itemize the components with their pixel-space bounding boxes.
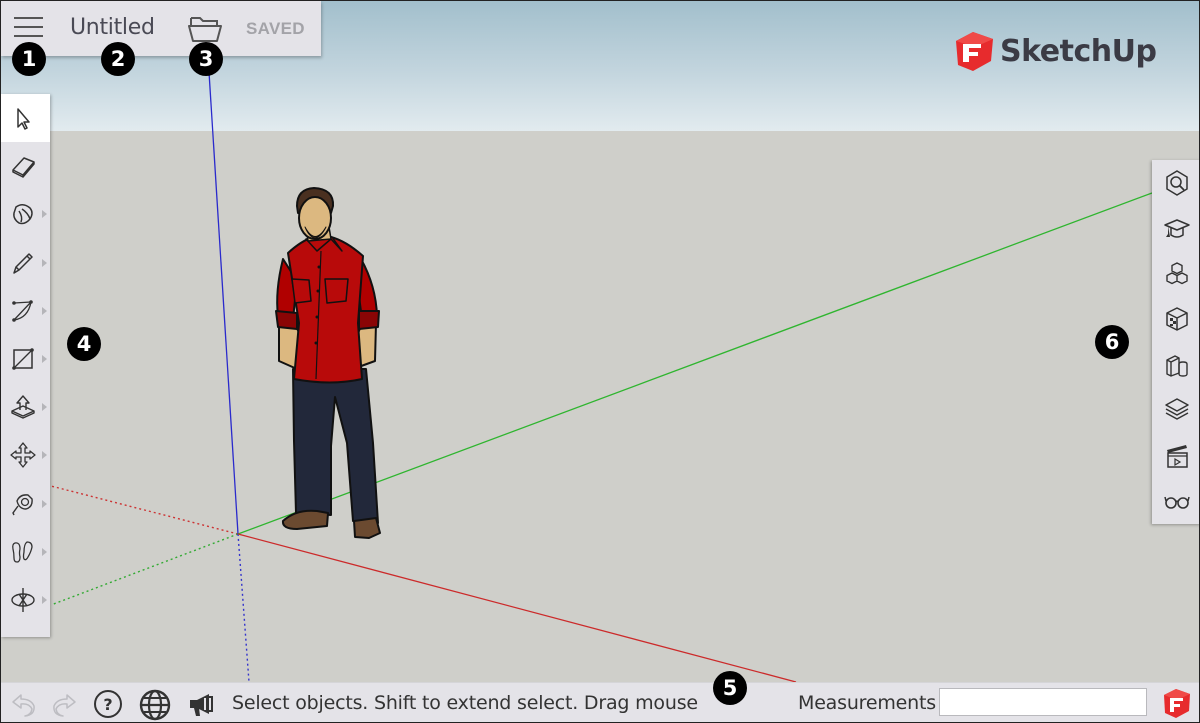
callout-badge-3: 3: [189, 42, 223, 76]
hamburger-menu-icon[interactable]: [14, 17, 44, 41]
measurements-label: Measurements: [798, 692, 936, 714]
tool-push-pull[interactable]: [1, 383, 50, 431]
green-axis-negative: [50, 533, 239, 606]
help-circle-icon[interactable]: ?: [93, 689, 123, 719]
globe-icon[interactable]: [139, 689, 171, 721]
figure-button: [315, 315, 319, 319]
panel-scenes[interactable]: [1152, 433, 1199, 479]
panel-entity-info[interactable]: [1152, 160, 1199, 206]
materials-cube-icon: [1165, 307, 1188, 331]
save-status: SAVED: [246, 19, 305, 38]
styles-icon: [1165, 355, 1188, 377]
panel-instructor[interactable]: [1152, 206, 1199, 252]
panel-materials[interactable]: [1152, 297, 1199, 343]
logo-text: SketchUp: [1000, 33, 1157, 69]
figure-shirt: [287, 236, 364, 384]
push-pull-icon: [10, 395, 35, 419]
figure-right-cuff: [358, 310, 380, 330]
arc-icon: [11, 300, 33, 322]
figure-button: [317, 265, 321, 269]
callout-badge-1: 1: [12, 42, 46, 76]
figure-button: [314, 341, 318, 345]
panel-display[interactable]: [1152, 479, 1199, 525]
status-message: Select objects. Shift to extend select. …: [232, 692, 698, 714]
figure-pants: [292, 368, 379, 524]
document-title[interactable]: Untitled: [70, 15, 155, 40]
tool-tape-measure[interactable]: [1, 480, 50, 528]
move-icon: [9, 442, 36, 469]
tool-select[interactable]: [1, 94, 50, 143]
tape-measure-icon: [11, 493, 33, 515]
figure-right-shoe: [353, 517, 381, 539]
sketchup-window: Untitled SAVED SketchUp ? Select objects…: [0, 0, 1200, 723]
entity-info-icon: [1165, 169, 1188, 196]
figure-face: [298, 196, 332, 240]
figure-pocket-right: [324, 278, 349, 304]
sketchup-logo-icon[interactable]: [1162, 687, 1192, 719]
panel-styles[interactable]: [1152, 342, 1199, 388]
tool-arc[interactable]: [1, 287, 50, 335]
sketchup-logo-icon: [956, 32, 993, 71]
orbit-icon: [10, 587, 35, 612]
blue-axis: [207, 55, 239, 535]
red-axis: [237, 533, 797, 683]
tool-rectangle[interactable]: [1, 335, 50, 383]
callout-badge-6: 6: [1095, 325, 1129, 359]
scale-figure[interactable]: [275, 187, 381, 539]
clapperboard-icon: [1166, 444, 1188, 468]
layers-icon: [1164, 398, 1189, 420]
callout-badge-2: 2: [101, 42, 135, 76]
components-icon: [1165, 262, 1188, 284]
svg-text:?: ?: [103, 695, 112, 714]
tool-move[interactable]: [1, 431, 50, 479]
graduation-cap-icon: [1163, 219, 1190, 238]
eraser-icon: [11, 157, 35, 179]
select-arrow-icon: [16, 108, 30, 130]
figure-left-shoe: [281, 509, 329, 530]
red-axis-negative: [50, 485, 239, 535]
paint-bucket-icon: [12, 204, 33, 225]
footprints-icon: [11, 541, 33, 563]
sketchup-logo: SketchUp: [953, 29, 1157, 73]
tool-eraser[interactable]: [1, 142, 50, 190]
figure-pocket-left: [291, 278, 312, 304]
title-bar: Untitled SAVED: [1, 1, 321, 56]
tool-pencil[interactable]: [1, 239, 50, 287]
left-toolbar: [1, 94, 50, 637]
blue-axis-negative: [237, 533, 250, 683]
pencil-icon: [12, 252, 33, 274]
panel-layers[interactable]: [1152, 388, 1199, 434]
panel-components[interactable]: [1152, 251, 1199, 297]
undo-icon[interactable]: [9, 689, 39, 719]
rectangle-icon: [11, 348, 34, 370]
redo-icon[interactable]: [49, 689, 79, 719]
modeling-viewport[interactable]: [1, 1, 1200, 723]
callout-badge-4: 4: [67, 327, 101, 361]
glasses-icon: [1163, 497, 1190, 510]
figure-button: [316, 289, 320, 293]
measurements-input[interactable]: [939, 688, 1147, 716]
callout-badge-5: 5: [713, 671, 747, 705]
megaphone-icon[interactable]: [187, 689, 217, 719]
tool-paint[interactable]: [1, 190, 50, 238]
tool-walk[interactable]: [1, 528, 50, 576]
folder-open-icon[interactable]: [187, 13, 223, 43]
status-bar: ? Select objects. Shift to extend select…: [1, 682, 1199, 722]
tool-orbit[interactable]: [1, 576, 50, 624]
right-panel-toolbar: [1152, 160, 1199, 525]
figure-left-cuff: [275, 310, 298, 330]
